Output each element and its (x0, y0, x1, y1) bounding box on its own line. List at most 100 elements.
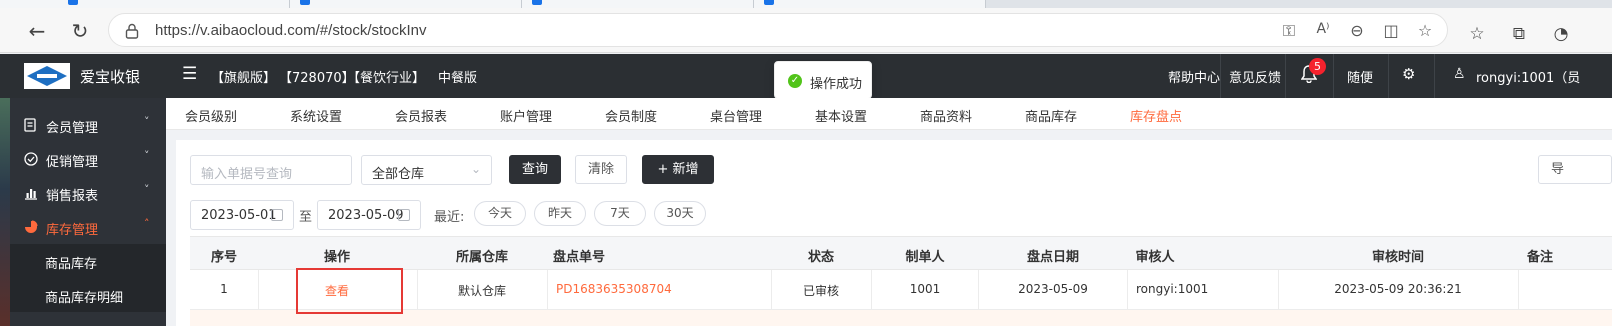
tab-system-settings[interactable]: 系统设置 (290, 106, 342, 125)
tab-favicon-icon (764, 0, 774, 5)
header-divider (1220, 54, 1221, 98)
browser-tab[interactable] (290, 0, 522, 8)
cell-divider (978, 270, 979, 310)
cell-review-time: 2023-05-09 20:36:21 (1334, 282, 1462, 296)
end-date-value: 2023-05-09 (328, 208, 404, 223)
favorites-icon[interactable]: ☆ (1466, 24, 1488, 44)
profile-icon[interactable]: ◔ (1550, 24, 1572, 44)
chevron-down-icon: ˅ (144, 183, 150, 196)
cell-status: 已审核 (802, 284, 840, 298)
browser-tab[interactable] (522, 0, 754, 8)
bar-chart-icon (25, 189, 37, 200)
plus-icon: + (657, 162, 669, 177)
add-button[interactable]: + 新增 (642, 155, 714, 184)
tab-product-stock[interactable]: 商品库存 (1025, 106, 1077, 125)
url-text: https://v.aibaocloud.com/#/stock/stockIn… (155, 22, 427, 39)
start-date-input[interactable]: 2023-05-01 (190, 200, 294, 230)
sidebar-item-promotion[interactable]: 促销管理 ˅ (10, 143, 166, 177)
zoom-out-icon[interactable]: ⊖ (1347, 21, 1367, 40)
tab-member-system[interactable]: 会员制度 (605, 106, 657, 125)
tab-member-level[interactable]: 会员级别 (185, 106, 237, 125)
tab-member-report[interactable]: 会员报表 (395, 106, 447, 125)
cell-divider (258, 270, 259, 310)
cell-divider (871, 270, 872, 310)
url-field[interactable]: https://v.aibaocloud.com/#/stock/stockIn… (108, 13, 1448, 47)
export-button[interactable]: 导 (1538, 155, 1612, 184)
browser-tab[interactable] (0, 0, 290, 8)
sidebar-item-label: 促销管理 (46, 155, 99, 170)
header-divider (1388, 54, 1389, 98)
sidebar-subitem-stock-detail[interactable]: 商品库存明细 (10, 278, 166, 312)
key-icon[interactable]: ⚿ (1279, 21, 1299, 41)
sidebar-subitem-stock[interactable]: 商品库存 (10, 244, 166, 278)
cell-divider (1127, 270, 1128, 310)
cell-warehouse: 默认仓库 (457, 284, 507, 298)
settings-gear-icon[interactable]: ⚙ (1402, 65, 1415, 83)
column-header-warehouse: 所属仓库 (455, 250, 509, 265)
split-screen-icon[interactable]: ◫ (1381, 21, 1401, 40)
warehouse-select-value: 全部仓库 (372, 167, 425, 182)
member-card-icon (24, 118, 36, 132)
column-header-index: 序号 (210, 250, 238, 265)
sidebar: 会员管理 ˅ 促销管理 ˅ 销售报表 ˅ 库存管理 ˄ 商品库存 商品库存明细 (0, 98, 166, 326)
column-header-creator: 制单人 (905, 250, 945, 265)
favorite-add-icon[interactable]: ☆ (1415, 21, 1435, 40)
calendar-icon (271, 209, 283, 221)
pie-chart-icon (25, 220, 38, 233)
quick-link[interactable]: 随便 (1347, 67, 1373, 86)
start-date-value: 2023-05-01 (201, 208, 277, 223)
user-name[interactable]: rongyi:1001（员 (1476, 67, 1580, 86)
cell-reviewer: rongyi:1001 (1136, 282, 1209, 296)
column-header-reviewer: 审核人 (1135, 250, 1175, 265)
browser-tab[interactable] (754, 0, 986, 8)
store-id-tag: 【728070】 (279, 71, 355, 86)
browser-tab-strip (0, 0, 1612, 8)
brand-logo-icon (24, 63, 70, 89)
range-yesterday-button[interactable]: 昨天 (534, 201, 586, 226)
column-header-date: 盘点日期 (1026, 250, 1080, 265)
date-range-separator: 至 (299, 210, 313, 225)
sidebar-background-strip (0, 98, 10, 326)
range-today-button[interactable]: 今天 (474, 201, 526, 226)
table-row: 1 查看 默认仓库 PD1683635308704 已审核 1001 2023-… (190, 270, 1612, 310)
order-number-link[interactable]: PD1683635308704 (556, 282, 672, 296)
toast-message: 操作成功 (810, 77, 863, 92)
sidebar-item-inventory[interactable]: 库存管理 ˄ (10, 211, 166, 245)
tab-account-management[interactable]: 账户管理 (500, 106, 552, 125)
sidebar-item-member[interactable]: 会员管理 ˅ (10, 109, 166, 143)
success-toast: ✓ 操作成功 (774, 61, 872, 99)
tab-basic-settings[interactable]: 基本设置 (815, 106, 867, 125)
annotation-highlight-box (296, 268, 403, 314)
reload-icon[interactable]: ↻ (67, 18, 93, 44)
sidebar-subitem-label: 商品库存 (45, 257, 98, 272)
tab-table-management[interactable]: 桌台管理 (710, 106, 762, 125)
tab-product-info[interactable]: 商品资料 (920, 106, 972, 125)
order-number-search-input[interactable]: 输入单据号查询 (190, 155, 352, 185)
cell-divider (771, 270, 772, 310)
menu-toggle-icon[interactable]: ☰ (182, 64, 197, 84)
header-divider (1285, 54, 1286, 98)
collections-icon[interactable]: ⧉ (1508, 24, 1530, 44)
end-date-input[interactable]: 2023-05-09 (317, 200, 421, 230)
feedback-link[interactable]: 意见反馈 (1229, 67, 1281, 86)
cell-divider (417, 270, 418, 310)
range-7days-button[interactable]: 7天 (594, 201, 646, 226)
back-arrow-icon[interactable]: ← (24, 18, 50, 44)
query-button[interactable]: 查询 (509, 155, 561, 184)
column-header-note: 备注 (1526, 250, 1554, 265)
add-button-label: 新增 (672, 162, 699, 177)
brand-name: 爱宝收银 (80, 68, 141, 86)
cell-creator: 1001 (909, 282, 941, 296)
search-placeholder: 输入单据号查询 (201, 167, 293, 182)
sidebar-item-sales-report[interactable]: 销售报表 ˅ (10, 177, 166, 211)
chevron-up-icon: ˄ (144, 217, 150, 230)
warehouse-select[interactable]: 全部仓库 ⌄ (361, 155, 492, 185)
tab-stock-check[interactable]: 库存盘点 (1130, 106, 1182, 125)
range-30days-button[interactable]: 30天 (654, 201, 706, 226)
help-center-link[interactable]: 帮助中心 (1168, 67, 1220, 86)
clear-button[interactable]: 清除 (575, 155, 627, 184)
read-aloud-icon[interactable]: A⁾ (1313, 21, 1333, 37)
tab-favicon-icon (532, 0, 542, 5)
sidebar-subitem-label: 商品库存明细 (45, 291, 124, 306)
table-row (190, 310, 1612, 326)
